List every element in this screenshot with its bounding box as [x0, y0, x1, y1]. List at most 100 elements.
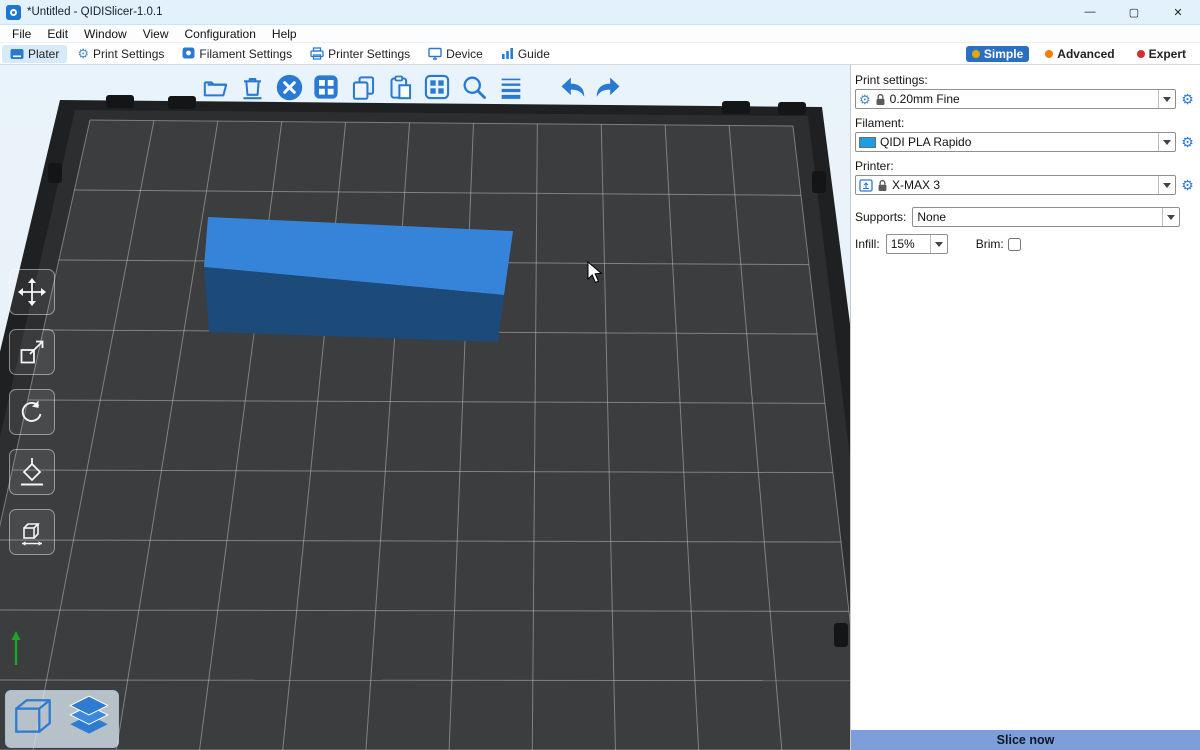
measure-tool-button[interactable] — [9, 509, 55, 555]
fill-bed-button[interactable] — [420, 70, 454, 104]
brim-checkbox[interactable] — [1008, 238, 1021, 251]
tab-print-settings[interactable]: ⚙ Print Settings — [69, 45, 172, 63]
preview-layers-icon — [64, 694, 114, 740]
device-icon — [428, 47, 442, 60]
trash-icon — [239, 74, 266, 101]
menu-view[interactable]: View — [135, 27, 177, 41]
copy-button[interactable] — [346, 70, 380, 104]
menu-window[interactable]: Window — [76, 27, 135, 41]
title-bar: *Untitled - QIDISlicer-1.0.1 — ▢ ✕ — [0, 0, 1200, 25]
edit-printer-button[interactable]: ⚙ — [1179, 178, 1196, 192]
menu-bar: File Edit Window View Configuration Help — [0, 25, 1200, 43]
tab-device[interactable]: Device — [420, 45, 491, 63]
measure-icon — [17, 517, 47, 547]
tab-guide[interactable]: Guide — [493, 45, 558, 63]
redo-icon — [595, 73, 623, 101]
paste-button[interactable] — [383, 70, 417, 104]
printer-icon — [310, 47, 324, 60]
menu-edit[interactable]: Edit — [39, 27, 76, 41]
advanced-dot-icon — [1045, 50, 1053, 58]
gear-icon: ⚙ — [77, 47, 89, 60]
expert-dot-icon — [1137, 50, 1145, 58]
undo-button[interactable] — [555, 70, 589, 104]
tab-filament-settings[interactable]: Filament Settings — [174, 45, 300, 63]
print-settings-combo[interactable]: ⚙ 0.20mm Fine — [855, 89, 1176, 109]
settings-sidebar: Print settings: ⚙ 0.20mm Fine ⚙ Filament… — [850, 65, 1200, 750]
gizmo-toolbar — [9, 269, 55, 555]
mode-label: Advanced — [1057, 47, 1114, 61]
tab-label: Print Settings — [93, 47, 164, 61]
printer-combo[interactable]: X-MAX 3 — [855, 175, 1176, 195]
filament-icon — [182, 47, 195, 60]
place-on-face-tool-button[interactable] — [9, 449, 55, 495]
model-object[interactable] — [204, 217, 513, 342]
infill-brim-row: Infill: 15% Brim: — [855, 234, 1196, 254]
print-settings-label: Print settings: — [855, 73, 1196, 87]
search-button[interactable] — [457, 70, 491, 104]
scale-tool-button[interactable] — [9, 329, 55, 375]
mode-expert[interactable]: Expert — [1131, 46, 1192, 62]
print-settings-value: 0.20mm Fine — [890, 92, 1154, 106]
menu-configuration[interactable]: Configuration — [177, 27, 264, 41]
copy-icon — [350, 74, 377, 101]
rotate-tool-button[interactable] — [9, 389, 55, 435]
lock-icon — [877, 179, 888, 192]
tab-printer-settings[interactable]: Printer Settings — [302, 45, 418, 63]
dropdown-chevron[interactable] — [1158, 176, 1175, 194]
redo-button[interactable] — [592, 70, 626, 104]
mode-advanced[interactable]: Advanced — [1039, 46, 1120, 62]
guide-icon — [501, 47, 514, 60]
infill-combo[interactable]: 15% — [886, 234, 948, 254]
arrange-button[interactable] — [309, 70, 343, 104]
app-window: *Untitled - QIDISlicer-1.0.1 — ▢ ✕ File … — [0, 0, 1200, 750]
tab-plater[interactable]: Plater — [2, 45, 67, 63]
minimize-button[interactable]: — — [1068, 0, 1112, 24]
open-project-button[interactable] — [198, 70, 232, 104]
infill-value: 15% — [891, 237, 930, 251]
move-tool-button[interactable] — [9, 269, 55, 315]
delete-all-button[interactable] — [272, 70, 306, 104]
delete-all-icon — [275, 73, 304, 102]
supports-combo[interactable]: None — [912, 207, 1180, 227]
3d-editor-icon — [10, 694, 56, 740]
3d-viewport[interactable] — [0, 65, 850, 750]
plater-icon — [10, 48, 24, 60]
infill-label: Infill: — [855, 237, 880, 251]
printer-icon — [859, 179, 873, 192]
menu-file[interactable]: File — [4, 27, 39, 41]
filament-color-swatch — [859, 137, 876, 148]
editor-view-button[interactable] — [10, 694, 56, 745]
edit-filament-button[interactable]: ⚙ — [1179, 135, 1196, 149]
search-icon — [460, 73, 488, 101]
lock-icon — [875, 93, 886, 106]
build-plate-canvas[interactable] — [0, 65, 850, 750]
mode-label: Expert — [1149, 47, 1186, 61]
close-button[interactable]: ✕ — [1156, 0, 1200, 24]
variable-layer-height-button[interactable] — [494, 70, 528, 104]
rotate-icon — [17, 397, 47, 427]
preview-view-button[interactable] — [64, 694, 114, 745]
fill-bed-icon — [423, 73, 451, 101]
slice-now-button[interactable]: Slice now — [851, 730, 1200, 750]
menu-help[interactable]: Help — [264, 27, 305, 41]
move-icon — [17, 277, 47, 307]
dropdown-chevron[interactable] — [1158, 133, 1175, 151]
dropdown-chevron[interactable] — [1162, 208, 1179, 226]
dropdown-chevron[interactable] — [930, 235, 947, 253]
paste-icon — [387, 74, 414, 101]
supports-value: None — [917, 210, 1162, 224]
dropdown-chevron[interactable] — [1158, 90, 1175, 108]
simple-dot-icon — [972, 50, 980, 58]
tab-label: Guide — [518, 47, 550, 61]
window-title: *Untitled - QIDISlicer-1.0.1 — [27, 6, 163, 18]
brim-label: Brim: — [976, 237, 1004, 251]
filament-value: QIDI PLA Rapido — [880, 135, 1154, 149]
edit-print-settings-button[interactable]: ⚙ — [1179, 92, 1196, 106]
mode-simple[interactable]: Simple — [966, 46, 1029, 62]
scale-icon — [17, 337, 47, 367]
printer-value: X-MAX 3 — [892, 178, 1154, 192]
filament-combo[interactable]: QIDI PLA Rapido — [855, 132, 1176, 152]
mode-switcher: Simple Advanced Expert — [966, 46, 1200, 62]
delete-button[interactable] — [235, 70, 269, 104]
maximize-button[interactable]: ▢ — [1112, 0, 1156, 24]
